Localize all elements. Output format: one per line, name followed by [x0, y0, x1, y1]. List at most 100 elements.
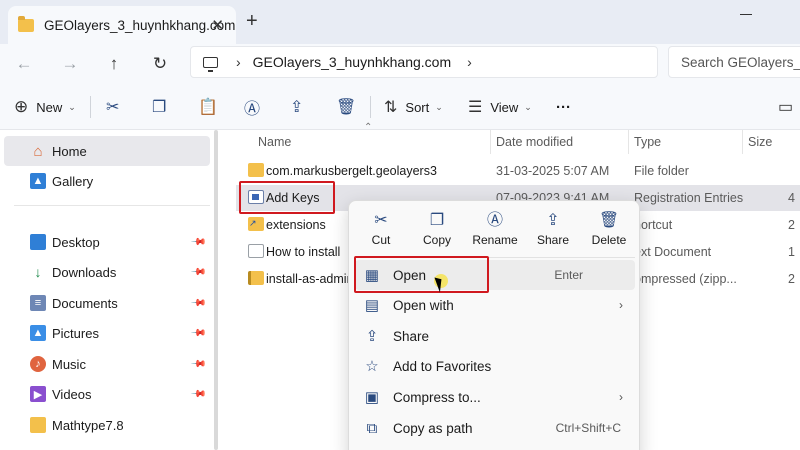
menu-item-label: Add to Favorites [393, 358, 492, 374]
home-icon: ⌂ [33, 142, 43, 160]
delete-button[interactable]: 🗑 Delete [581, 211, 637, 251]
divider [14, 205, 210, 206]
search-input[interactable]: Search GEOlayers_3_huynhkhang.com [668, 46, 800, 78]
copy-button[interactable]: ❐ Copy [409, 211, 465, 251]
navigation-pane: ⌂ Home ▲ Gallery Desktop 📌 ↓ Downloads 📌… [0, 130, 220, 450]
details-pane-button[interactable]: ▭ [778, 96, 793, 118]
cut-button[interactable]: ✂ [106, 96, 119, 118]
divider [90, 96, 91, 118]
pin-icon[interactable]: 📌 [189, 325, 206, 342]
sidebar-item-desktop[interactable]: Desktop 📌 [0, 227, 210, 257]
column-divider[interactable] [490, 130, 491, 154]
cut-button[interactable]: ✂ Cut [353, 211, 409, 251]
file-date: 31-03-2025 5:07 AM [496, 164, 610, 178]
more-options-button[interactable]: ··· [556, 96, 571, 118]
highlight-box-open [354, 256, 489, 293]
pin-icon[interactable]: 📌 [189, 386, 206, 403]
this-pc-icon [203, 56, 218, 72]
chevron-right-icon[interactable]: › [467, 54, 472, 70]
column-header-date[interactable]: Date modified [496, 130, 573, 154]
sort-label: Sort [405, 99, 430, 115]
star-icon: ☆ [365, 358, 379, 375]
sidebar-item-music[interactable]: ♪ Music 📌 [0, 349, 210, 379]
refresh-icon[interactable]: ↻ [146, 50, 174, 78]
videos-icon: ▶ [30, 386, 46, 402]
tab-strip: GEOlayers_3_huynhkhang.com ✕ + [0, 0, 800, 44]
chevron-right-icon[interactable]: › [236, 54, 241, 70]
share-label: Share [536, 233, 570, 247]
share-button[interactable]: ⇪ Share [525, 211, 581, 251]
menu-item-copy-as-path[interactable]: ⧉ Copy as path Ctrl+Shift+C [355, 413, 635, 443]
pictures-icon: ▲ [30, 325, 46, 341]
menu-item-open-with[interactable]: ▤ Open with › [355, 290, 635, 320]
file-name: How to install [266, 245, 341, 259]
context-menu: ✂ Cut ❐ Copy Ⓐ Rename ⇪ Share 🗑 Delete ▦… [348, 200, 640, 450]
column-divider[interactable] [628, 130, 629, 154]
share-icon: ⇪ [546, 212, 560, 229]
address-bar[interactable]: › GEOlayers_3_huynhkhang.com › [190, 46, 658, 78]
breadcrumb-current-folder[interactable]: GEOlayers_3_huynhkhang.com [253, 54, 451, 70]
sidebar-item-label: Documents [52, 295, 118, 311]
copy-icon: ❐ [152, 99, 167, 116]
sidebar-item-label: Gallery [52, 173, 94, 189]
sort-button[interactable]: ⇅ Sort ⌄ [384, 96, 443, 118]
sidebar-item-pictures[interactable]: ▲ Pictures 📌 [0, 318, 210, 348]
file-name: install-as-admin [266, 272, 354, 286]
sidebar-item-mathtype[interactable]: Mathtype7.8 [0, 410, 210, 440]
minimize-icon[interactable] [740, 14, 752, 15]
folder-icon [18, 15, 34, 32]
plus-icon: ⊕ [14, 97, 29, 116]
column-header-type[interactable]: Type [634, 130, 661, 154]
tab-geolayers[interactable]: GEOlayers_3_huynhkhang.com ✕ [8, 6, 236, 44]
sidebar-item-downloads[interactable]: ↓ Downloads 📌 [0, 257, 210, 287]
pin-icon[interactable]: 📌 [189, 234, 206, 251]
folder-icon [30, 417, 46, 433]
new-button[interactable]: ⊕ New ⌄ [14, 96, 76, 118]
share-button[interactable]: ⇪ [290, 96, 303, 118]
file-size: 1 [788, 245, 795, 259]
menu-item-share[interactable]: ⇪ Share [355, 321, 635, 351]
view-button[interactable]: ☰ View ⌄ [468, 96, 532, 118]
sidebar-item-home[interactable]: ⌂ Home [4, 136, 210, 166]
column-divider[interactable] [742, 130, 743, 154]
close-tab-icon[interactable]: ✕ [211, 16, 224, 34]
highlight-box-add-keys [239, 181, 335, 214]
chevron-down-icon: ⌄ [524, 101, 532, 112]
up-arrow-icon[interactable]: ↑ [100, 50, 128, 78]
sidebar-item-gallery[interactable]: ▲ Gallery [0, 166, 210, 196]
share-icon: ⇪ [365, 328, 379, 345]
cut-icon: ✂ [374, 212, 388, 229]
paste-button[interactable]: 📋 [198, 96, 218, 118]
sidebar-item-label: Downloads [52, 264, 117, 280]
share-icon: ⇪ [290, 99, 304, 116]
chevron-down-icon: ⌄ [68, 101, 76, 112]
delete-button[interactable]: 🗑 [336, 96, 356, 118]
sidebar-scrollbar[interactable] [214, 130, 218, 450]
new-tab-button[interactable]: + [246, 10, 258, 33]
pin-icon[interactable]: 📌 [189, 264, 206, 281]
column-header-size[interactable]: Size [748, 130, 772, 154]
copy-icon: ❐ [429, 212, 445, 229]
menu-item-label: Copy as path [393, 420, 473, 436]
cut-label: Cut [371, 233, 391, 247]
open-with-icon: ▤ [364, 297, 380, 314]
pin-icon[interactable]: 📌 [189, 295, 206, 312]
menu-item-add-to-favorites[interactable]: ☆ Add to Favorites [355, 351, 635, 381]
delete-label: Delete [591, 233, 627, 247]
delete-icon: 🗑 [336, 99, 357, 116]
back-arrow-icon[interactable]: ← [10, 50, 38, 78]
menu-item-compress[interactable]: ▣ Compress to... › [355, 382, 635, 412]
zip-icon [248, 271, 264, 285]
rename-button[interactable]: Ⓐ [244, 96, 260, 118]
copy-button[interactable]: ❐ [152, 96, 166, 118]
delete-icon: 🗑 [598, 212, 620, 229]
sidebar-item-label: Desktop [52, 234, 100, 250]
file-type: ext Document [634, 245, 712, 259]
pin-icon[interactable]: 📌 [189, 356, 206, 373]
forward-arrow-icon[interactable]: → [56, 50, 84, 78]
file-size: 4 [788, 191, 795, 205]
sidebar-item-documents[interactable]: ≡ Documents 📌 [0, 288, 210, 318]
rename-button[interactable]: Ⓐ Rename [467, 211, 523, 251]
sidebar-item-videos[interactable]: ▶ Videos 📌 [0, 379, 210, 409]
column-header-name[interactable]: Name [258, 130, 291, 154]
